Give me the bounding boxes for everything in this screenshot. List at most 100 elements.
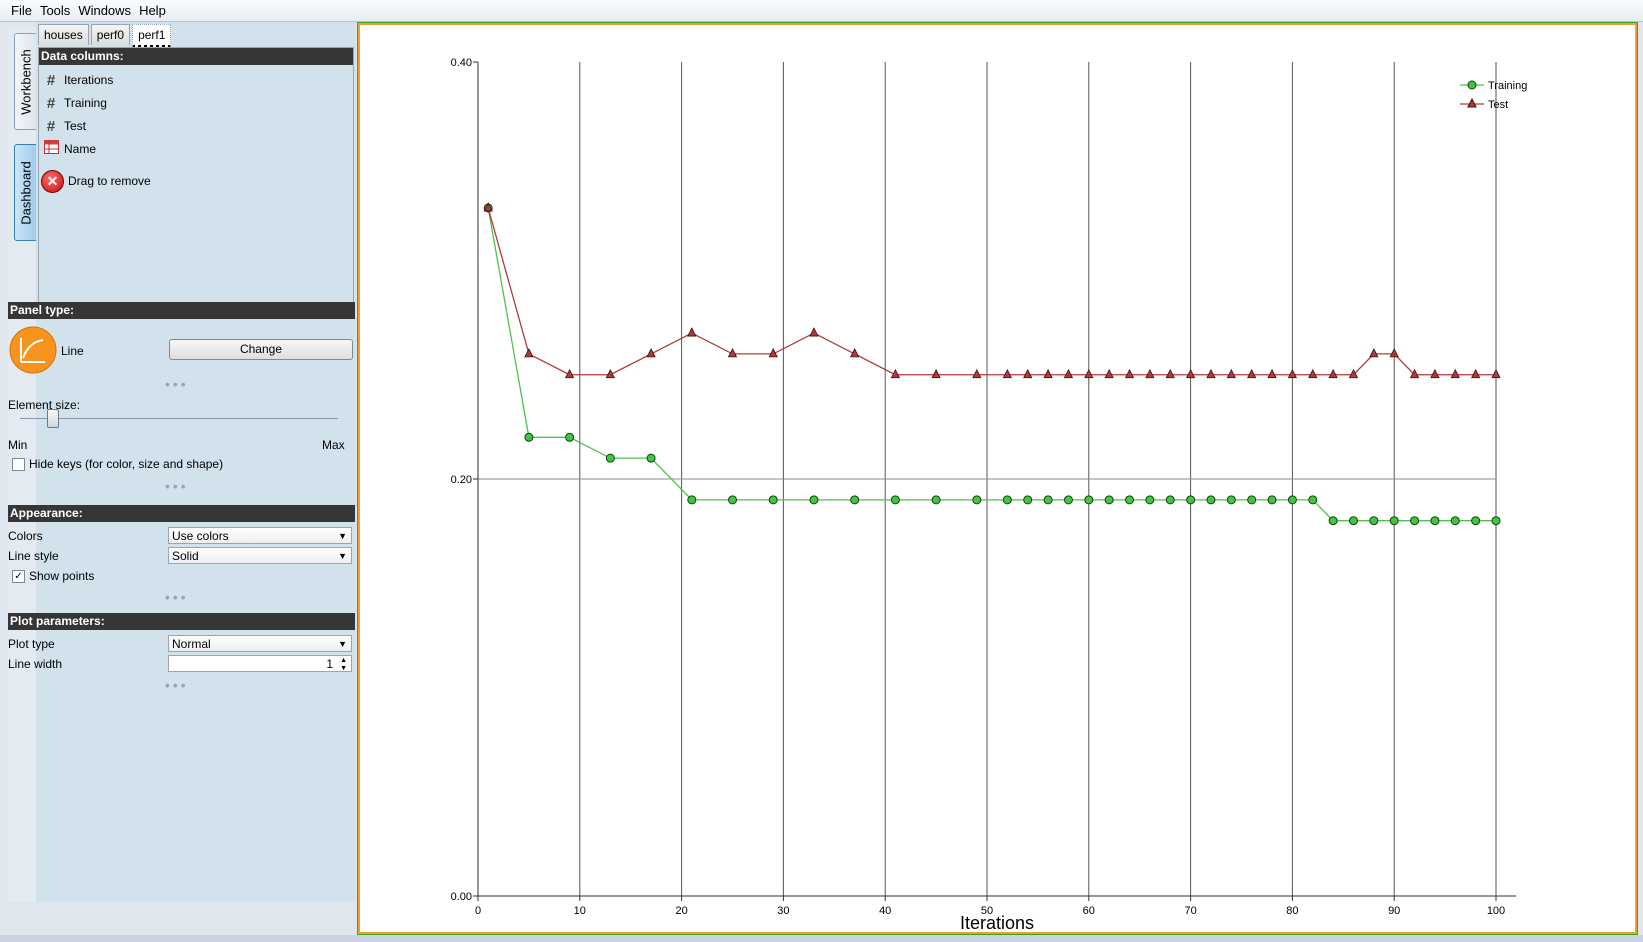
- data-point-training: [728, 495, 737, 505]
- x-tick-label: 90: [1388, 905, 1400, 917]
- column-label: Iterations: [64, 73, 114, 87]
- data-point-training: [1308, 495, 1318, 505]
- data-point-test: [1369, 348, 1379, 358]
- slider-min-label: Min: [8, 438, 28, 452]
- column-label: Test: [64, 119, 87, 133]
- data-point-test: [1165, 368, 1175, 379]
- plot-parameters-header: Plot parameters:: [8, 613, 355, 630]
- data-point-test: [1063, 368, 1074, 379]
- menu-help[interactable]: Help: [135, 0, 170, 18]
- more-dots[interactable]: •••: [165, 376, 189, 392]
- hide-keys-checkbox[interactable]: Hide keys (for color, size and shape): [12, 457, 223, 472]
- x-tick-label: 60: [1083, 905, 1095, 917]
- element-size-slider-handle[interactable]: [47, 409, 59, 428]
- change-button[interactable]: Change: [169, 339, 353, 360]
- show-points-check-box[interactable]: ✓: [12, 570, 25, 584]
- hash-icon: #: [46, 94, 56, 112]
- y-tick-label: 0.00: [451, 891, 472, 903]
- data-point-training: [1348, 516, 1358, 526]
- legend-label-test: Test: [1488, 99, 1508, 111]
- window-edge: [1638, 22, 1643, 934]
- data-point-training: [1247, 495, 1257, 505]
- menu-tools[interactable]: Tools: [36, 0, 74, 18]
- data-point-training: [565, 432, 575, 442]
- line-style-select[interactable]: Solid ▼: [168, 547, 352, 564]
- tab-workbench[interactable]: Workbench: [14, 33, 38, 130]
- menu-bar: File Tools Windows Help: [0, 0, 1643, 22]
- hash-icon: #: [46, 71, 56, 89]
- y-tick-label: 0.40: [451, 57, 472, 69]
- data-point-test: [1328, 368, 1338, 379]
- plot-area[interactable]: 0 10 20 30 40 50 60 70 80 90 100 0.00 0.20 0.40 Iterat…: [357, 22, 1638, 935]
- y-tick-label: 0.20: [451, 474, 472, 486]
- tab-workbench-label: Workbench: [18, 48, 34, 115]
- plot-type-label: Plot type: [8, 637, 55, 651]
- line-style-value: Solid: [172, 549, 199, 563]
- legend-marker-test: [1467, 97, 1477, 108]
- data-point-test: [1043, 368, 1053, 379]
- more-dots[interactable]: •••: [165, 677, 189, 693]
- more-dots[interactable]: •••: [165, 478, 189, 494]
- line-width-spinner[interactable]: 1 ▲ ▼: [168, 655, 352, 672]
- hide-keys-check-box[interactable]: [12, 458, 25, 472]
- x-tick-label: 80: [1286, 905, 1298, 917]
- menu-file[interactable]: File: [0, 0, 36, 18]
- data-point-test: [1002, 368, 1013, 379]
- column-item-test[interactable]: # Test: [42, 116, 86, 136]
- dataset-tabs: houses perf0 perf1: [38, 24, 173, 48]
- legend-label-training: Training: [1488, 80, 1527, 92]
- column-item-iterations[interactable]: # Iterations: [42, 70, 114, 90]
- x-tick-label: 20: [675, 905, 687, 917]
- data-point-test: [1450, 368, 1460, 379]
- chevron-down-icon: ▼: [338, 639, 347, 649]
- show-points-checkbox[interactable]: ✓ Show points: [12, 569, 94, 584]
- data-point-training: [646, 453, 656, 463]
- tab-houses[interactable]: houses: [38, 24, 89, 45]
- data-point-training: [850, 495, 860, 505]
- data-point-training: [1063, 495, 1073, 505]
- more-dots[interactable]: •••: [165, 589, 189, 605]
- data-point-test: [1185, 368, 1196, 379]
- column-label: Name: [64, 142, 97, 156]
- element-size-label: Element size:: [8, 398, 81, 412]
- data-point-training: [1369, 516, 1379, 526]
- data-point-training: [1450, 516, 1460, 526]
- data-point-training: [768, 495, 778, 505]
- panel-type-header: Panel type:: [8, 302, 355, 319]
- data-point-training: [1287, 495, 1297, 505]
- data-point-test: [1267, 368, 1277, 379]
- data-point-training: [1226, 495, 1236, 505]
- legend-marker-training: [1467, 80, 1477, 90]
- data-point-test: [1389, 348, 1399, 358]
- data-point-test: [524, 348, 534, 358]
- x-tick-label: 10: [574, 905, 586, 917]
- data-point-training: [1430, 516, 1440, 526]
- data-point-training: [890, 495, 900, 505]
- column-item-name[interactable]: Name: [42, 139, 96, 159]
- column-item-training[interactable]: # Training: [42, 93, 107, 113]
- slider-track[interactable]: [20, 418, 338, 419]
- data-columns-panel: Data columns: # Iterations # Training # Tes…: [38, 47, 354, 319]
- data-point-test: [1470, 368, 1481, 379]
- data-point-training: [1328, 516, 1338, 526]
- data-point-training: [1023, 495, 1033, 505]
- chevron-down-icon: ▼: [338, 551, 347, 561]
- drag-to-remove-target[interactable]: ✕ Drag to remove: [41, 169, 151, 193]
- spinner-arrows-icon[interactable]: ▲ ▼: [340, 657, 347, 673]
- tab-perf1[interactable]: perf1: [132, 24, 172, 48]
- line-style-label: Line style: [8, 549, 59, 563]
- plot-type-select[interactable]: Normal ▼: [168, 635, 352, 652]
- data-point-training: [931, 495, 941, 505]
- x-tick-label: 40: [879, 905, 891, 917]
- series-line-training: [487, 207, 1496, 522]
- menu-windows[interactable]: Windows: [74, 0, 135, 18]
- hash-icon: #: [46, 117, 56, 135]
- data-point-test: [687, 327, 697, 337]
- tab-dashboard[interactable]: Dashboard: [14, 144, 38, 241]
- data-point-training: [1165, 495, 1175, 505]
- data-point-test: [1491, 368, 1501, 379]
- tab-dashboard-label: Dashboard: [18, 160, 34, 225]
- tab-perf0[interactable]: perf0: [90, 24, 131, 45]
- data-point-training: [1267, 495, 1277, 505]
- colors-select[interactable]: Use colors ▼: [168, 527, 352, 544]
